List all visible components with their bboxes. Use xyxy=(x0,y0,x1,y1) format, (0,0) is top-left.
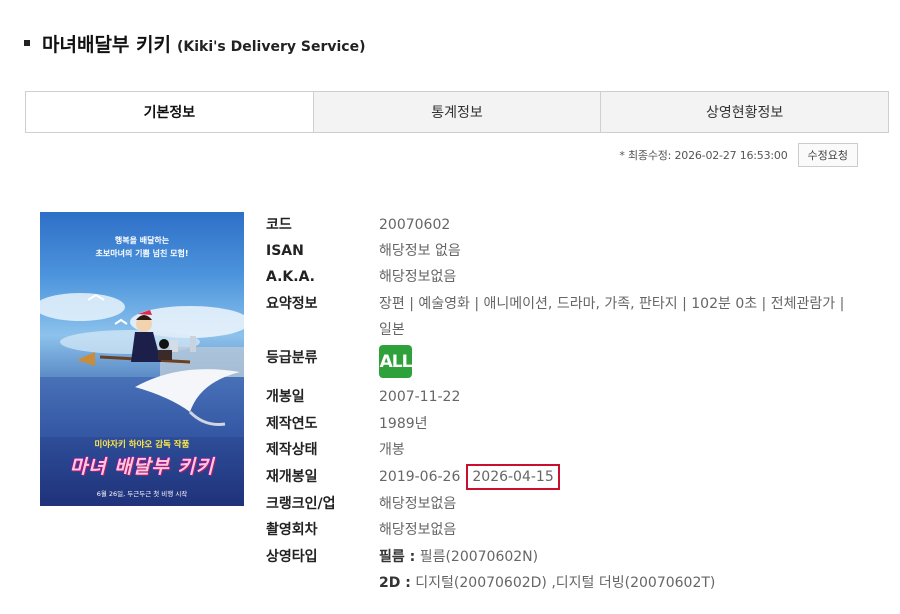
last-modified-text: * 최종수정: 2026-02-27 16:53:00 xyxy=(619,149,788,162)
tab-screening-status[interactable]: 상영현황정보 xyxy=(600,92,889,132)
detail-row-code: 코드 20070602 xyxy=(266,212,450,238)
film-type-label: 필름 : xyxy=(379,549,416,565)
detail-row-isan: ISAN 해당정보 없음 xyxy=(266,238,461,264)
digital-type-label: 2D : xyxy=(379,575,411,591)
detail-label: ISAN xyxy=(266,243,304,259)
info-tabs: 기본정보 통계정보 상영현황정보 xyxy=(25,91,889,133)
rating-all-badge-icon: ALL xyxy=(379,345,412,378)
tab-statistics[interactable]: 통계정보 xyxy=(312,92,601,132)
detail-value: 1989년 xyxy=(379,416,428,432)
poster-title: 마녀 배달부 키키 xyxy=(69,456,215,478)
poster-tagline-line1: 행복을 배달하는 xyxy=(114,236,170,245)
detail-row-aka: A.K.A. 해당정보없음 xyxy=(266,264,456,290)
detail-label: 개봉일 xyxy=(266,389,305,405)
detail-value: 20070602 xyxy=(379,217,451,233)
movie-title-korean: 마녀배달부 키키 xyxy=(42,34,171,56)
detail-label: 크랭크인/업 xyxy=(266,496,336,512)
detail-value: 해당정보없음 xyxy=(379,496,457,512)
detail-label: 제작상태 xyxy=(266,442,318,458)
detail-value: 2019-06-26 xyxy=(379,469,461,485)
tab-basic-info[interactable]: 기본정보 xyxy=(26,92,313,132)
detail-row-production-year: 제작연도 1989년 xyxy=(266,411,428,437)
detail-value: 해당정보 없음 xyxy=(379,243,461,259)
detail-row-screening-type: 상영타입 필름 : 필름(20070602N) 2D : 디지털(2007060… xyxy=(266,544,715,596)
detail-value: 개봉 xyxy=(379,442,405,458)
detail-value: 장편 | 예술영화 | 애니메이션, 드라마, 가족, 판타지 | 102분 0… xyxy=(379,291,844,343)
page-title: 마녀배달부 키키 (Kiki's Delivery Service) xyxy=(24,30,365,57)
detail-row-release-date: 개봉일 2007-11-22 xyxy=(266,384,460,410)
digital-type-value: 디지털(20070602D) ,디지털 더빙(20070602T) xyxy=(415,575,716,591)
detail-row-production-status: 제작상태 개봉 xyxy=(266,437,405,463)
detail-label: 요약정보 xyxy=(266,296,318,312)
detail-row-summary: 요약정보 장편 | 예술영화 | 애니메이션, 드라마, 가족, 판타지 | 1… xyxy=(266,291,844,343)
poster-release-text: 6월 26일, 두근두근 첫 비행 시작 xyxy=(96,490,188,498)
detail-label: 상영타입 xyxy=(266,549,318,565)
detail-value: 해당정보없음 xyxy=(379,522,457,538)
request-edit-button[interactable]: 수정요청 xyxy=(797,143,858,167)
detail-value: 2007-11-22 xyxy=(379,389,461,405)
detail-row-rerelease: 재개봉일 2019-06-26 2026-04-15 xyxy=(266,464,560,490)
movie-title-english: (Kiki's Delivery Service) xyxy=(176,39,366,55)
detail-value: 필름 : 필름(20070602N) 2D : 디지털(20070602D) ,… xyxy=(379,544,715,596)
detail-row-crank: 크랭크인/업 해당정보없음 xyxy=(266,491,456,517)
poster-tagline-line2: 초보마녀의 기쁨 넘친 모험! xyxy=(95,249,189,258)
summary-line1: 장편 | 예술영화 | 애니메이션, 드라마, 가족, 판타지 | 102분 0… xyxy=(379,296,845,312)
detail-label: 등급분류 xyxy=(266,350,318,366)
summary-line2: 일본 xyxy=(379,322,405,338)
detail-label: 촬영회차 xyxy=(266,522,318,538)
detail-row-shooting: 촬영회차 해당정보없음 xyxy=(266,517,456,543)
screening-film-line: 필름 : 필름(20070602N) xyxy=(379,544,715,570)
poster-director: 미야자키 하야오 감독 작품 xyxy=(94,440,190,450)
detail-label: A.K.A. xyxy=(266,269,315,285)
detail-label: 코드 xyxy=(266,217,292,233)
poster-tagline: 행복을 배달하는 초보마녀의 기쁨 넘친 모험! xyxy=(40,234,244,260)
highlighted-rerelease-date: 2026-04-15 xyxy=(466,464,560,490)
detail-label: 재개봉일 xyxy=(266,469,318,485)
film-type-value: 필름(20070602N) xyxy=(419,549,539,565)
detail-row-rating: 등급분류 ALL xyxy=(266,345,412,378)
detail-label: 제작연도 xyxy=(266,416,318,432)
movie-poster: 행복을 배달하는 초보마녀의 기쁨 넘친 모험! 미야자키 하야오 감독 작품 … xyxy=(40,212,244,506)
screening-digital-line: 2D : 디지털(20070602D) ,디지털 더빙(20070602T) xyxy=(379,570,715,596)
modification-info: * 최종수정: 2026-02-27 16:53:00 수정요청 xyxy=(619,143,858,167)
title-bullet-icon xyxy=(24,40,30,46)
detail-value: 해당정보없음 xyxy=(379,269,457,285)
